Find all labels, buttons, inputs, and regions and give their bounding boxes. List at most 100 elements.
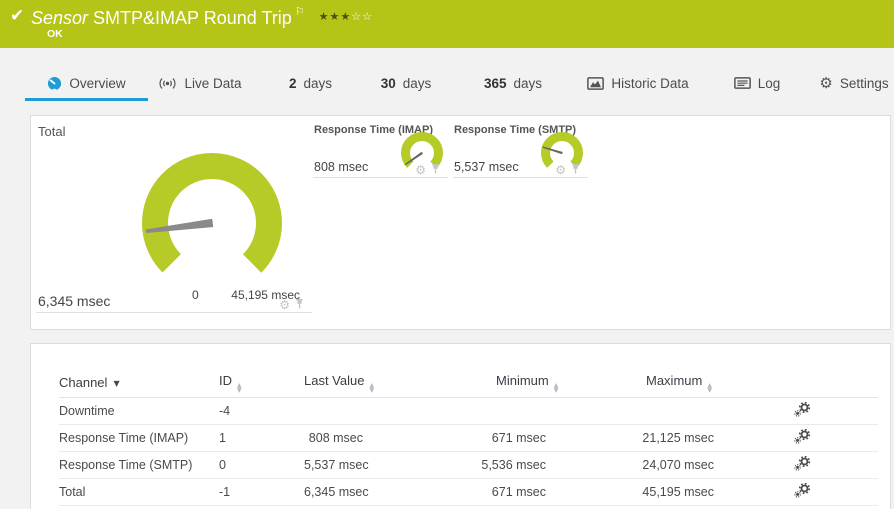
cell-maximum: 45,195 msec	[599, 478, 764, 506]
cell-id: -4	[219, 397, 304, 425]
cell-minimum: 671 msec	[434, 424, 599, 452]
sensor-kind-label: Sensor	[31, 8, 89, 28]
tab-30-days-unit: days	[402, 75, 432, 91]
smtp-gauge-actions: ⚙	[555, 164, 580, 176]
cell-id: 0	[219, 451, 304, 479]
table-header-row: Channel ▼ ID ▲ ▼ Last Value ▲ ▼ Minimum ▲ ▼ Max…	[59, 369, 878, 398]
tab-settings[interactable]: ⚙ Settings	[816, 65, 892, 101]
column-header-id[interactable]: ID ▲ ▼	[219, 369, 304, 398]
gauge-settings-gear-icon[interactable]: ⚙	[415, 164, 426, 176]
smtp-gauge-value: 5,537 msec	[454, 160, 519, 174]
sort-both-icon: ▲ ▼	[237, 381, 242, 394]
imap-gauge-value: 808 msec	[314, 160, 369, 174]
tab-historic-data[interactable]: Historic Data	[582, 65, 694, 101]
cell-id: 1	[219, 424, 304, 452]
tab-overview-label: Overview	[69, 75, 126, 91]
total-gauge-value: 6,345 msec	[38, 293, 111, 309]
total-gauge-actions: ⚙	[279, 299, 304, 311]
cell-channel: Response Time (SMTP)	[59, 451, 219, 479]
channel-settings-gears-icon[interactable]	[794, 482, 811, 501]
total-gauge-min-label: 0	[192, 288, 199, 302]
pin-icon[interactable]	[571, 164, 580, 175]
status-badge: OK	[47, 28, 63, 40]
tab-30-days[interactable]: 30 days	[375, 65, 437, 101]
flag-icon[interactable]: ⚐	[295, 5, 305, 18]
log-list-icon	[733, 77, 751, 89]
page-title: SMTP&IMAP Round Trip	[93, 8, 292, 28]
total-gauge-title: Total	[38, 124, 66, 139]
gauges-panel: Total 0 45,195 msec 6,345 msec ⚙ Respons	[30, 115, 891, 330]
column-header-minimum[interactable]: Minimum ▲ ▼	[434, 369, 599, 398]
tab-365-days-unit: days	[513, 75, 543, 91]
total-gauge	[142, 153, 282, 293]
channel-settings-gears-icon[interactable]	[794, 428, 811, 447]
cell-minimum: 671 msec	[434, 478, 599, 506]
cell-last-value: 6,345 msec	[304, 478, 434, 506]
gauge-settings-gear-icon[interactable]: ⚙	[555, 164, 566, 176]
table-row-total: Total -1 6,345 msec 671 msec 45,195 msec	[59, 478, 878, 506]
tab-2-days-unit: days	[303, 75, 333, 91]
gear-icon: ⚙	[819, 74, 833, 92]
column-header-channel[interactable]: Channel ▼	[59, 369, 219, 398]
tab-live-data[interactable]: Live Data	[152, 65, 248, 101]
imap-gauge-block: Response Time (IMAP) 808 msec ⚙	[313, 122, 448, 178]
sort-desc-icon: ▼	[113, 379, 120, 389]
sensor-title-line: Sensor SMTP&IMAP Round Trip ⚐ ★★★☆☆	[31, 5, 373, 29]
column-header-last-value[interactable]: Last Value ▲ ▼	[304, 369, 434, 398]
tab-2-days[interactable]: 2 days	[283, 65, 338, 101]
channels-table: Channel ▼ ID ▲ ▼ Last Value ▲ ▼ Minimum ▲ ▼ Max…	[59, 369, 878, 506]
column-header-id-label: ID	[219, 372, 232, 388]
sort-both-icon: ▲ ▼	[369, 381, 375, 394]
cell-minimum	[434, 397, 599, 425]
tab-bar: Overview Live Data 2 days 30 days 365 da…	[0, 48, 894, 115]
chart-icon	[587, 76, 605, 90]
cell-maximum: 24,070 msec	[599, 451, 764, 479]
total-gauge-block: Total 0 45,195 msec 6,345 msec ⚙	[36, 122, 312, 313]
tab-log[interactable]: Log	[726, 65, 788, 101]
column-header-maximum-label: Maximum	[646, 372, 703, 388]
column-header-last-value-label: Last Value	[304, 372, 365, 388]
sensor-header: ✔ Sensor SMTP&IMAP Round Trip ⚐ ★★★☆☆ OK	[0, 0, 894, 48]
channel-settings-gears-icon[interactable]	[794, 455, 811, 474]
tab-365-days[interactable]: 365 days	[478, 65, 548, 101]
cell-id: -1	[219, 478, 304, 506]
prtg-sensor-page: ✔ Sensor SMTP&IMAP Round Trip ⚐ ★★★☆☆ OK Ov…	[0, 0, 894, 509]
priority-stars[interactable]: ★★★☆☆	[319, 10, 373, 23]
tab-30-days-number: 30	[380, 75, 396, 91]
tab-log-label: Log	[757, 75, 781, 91]
status-ok-check-icon: ✔	[10, 6, 25, 26]
column-header-channel-label: Channel	[59, 375, 108, 391]
column-header-actions	[764, 369, 878, 398]
table-row-downtime: Downtime -4	[59, 397, 878, 425]
column-header-maximum[interactable]: Maximum ▲ ▼	[599, 369, 764, 398]
cell-last-value: 808 msec	[304, 424, 434, 452]
tab-2-days-number: 2	[288, 75, 297, 91]
cell-last-value: 5,537 msec	[304, 451, 434, 479]
channels-panel: Channel ▼ ID ▲ ▼ Last Value ▲ ▼ Minimum ▲ ▼ Max…	[30, 343, 891, 509]
pin-icon[interactable]	[295, 299, 304, 310]
gauge-settings-gear-icon[interactable]: ⚙	[279, 299, 290, 311]
sort-both-icon: ▲ ▼	[707, 381, 712, 394]
table-row-imap: Response Time (IMAP) 1 808 msec 671 msec…	[59, 424, 878, 452]
channel-settings-gears-icon[interactable]	[794, 401, 811, 420]
tab-historic-data-label: Historic Data	[611, 75, 689, 91]
pin-icon[interactable]	[431, 164, 440, 175]
cell-maximum	[599, 397, 764, 425]
tab-365-days-number: 365	[483, 75, 507, 91]
smtp-gauge-block: Response Time (SMTP) 5,537 msec ⚙	[453, 122, 588, 178]
tab-overview[interactable]: Overview	[25, 65, 148, 101]
active-tab-underline	[25, 98, 148, 101]
tab-live-data-label: Live Data	[184, 75, 242, 91]
cell-minimum: 5,536 msec	[434, 451, 599, 479]
cell-channel: Total	[59, 478, 219, 506]
stars-filled-icon[interactable]: ★★★	[319, 10, 352, 23]
broadcast-icon	[160, 77, 176, 89]
tab-settings-label: Settings	[839, 75, 889, 91]
table-row-smtp: Response Time (SMTP) 0 5,537 msec 5,536 …	[59, 451, 878, 479]
cell-last-value	[304, 397, 434, 425]
imap-gauge-actions: ⚙	[415, 164, 440, 176]
sort-both-icon: ▲ ▼	[553, 381, 559, 394]
column-header-minimum-label: Minimum	[496, 372, 549, 388]
cell-channel: Downtime	[59, 397, 219, 425]
stars-empty-icon[interactable]: ☆☆	[351, 10, 373, 23]
